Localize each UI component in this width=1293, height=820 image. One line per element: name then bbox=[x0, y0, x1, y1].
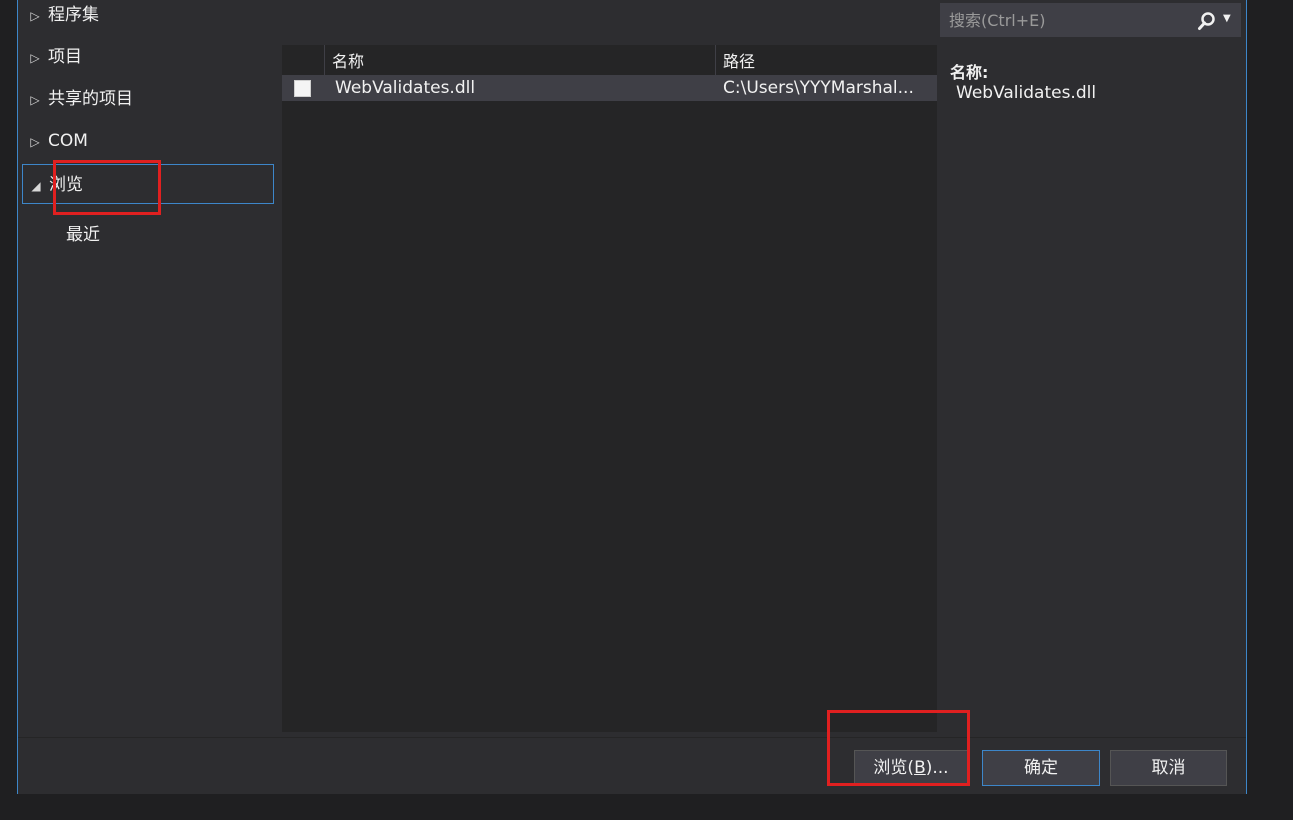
tree-item-assemblies[interactable]: ▷ 程序集 bbox=[22, 0, 274, 35]
ok-button[interactable]: 确定 bbox=[982, 750, 1100, 786]
search-icon[interactable] bbox=[1197, 11, 1217, 31]
tree-item-com[interactable]: ▷ COM bbox=[22, 121, 274, 161]
include-checkbox[interactable] bbox=[294, 80, 311, 97]
tree-item-recent[interactable]: 最近 bbox=[66, 220, 100, 250]
reference-list: 名称 路径 WebValidates.dll C:\Users\YYYMarsh… bbox=[282, 45, 937, 732]
row-name-cell: WebValidates.dll bbox=[335, 78, 476, 98]
detail-name-value: WebValidates.dll bbox=[956, 83, 1097, 103]
column-divider[interactable] bbox=[715, 45, 716, 75]
cancel-button[interactable]: 取消 bbox=[1110, 750, 1227, 786]
detail-name-label: 名称: bbox=[950, 63, 989, 82]
collapse-arrow-icon[interactable]: ◢ bbox=[23, 166, 49, 206]
row-path-cell: C:\Users\YYYMarshal... bbox=[723, 78, 914, 98]
column-header-name[interactable]: 名称 bbox=[332, 45, 364, 79]
search-box[interactable]: 搜索(Ctrl+E) ▼ bbox=[940, 3, 1241, 37]
search-input[interactable]: 搜索(Ctrl+E) bbox=[949, 4, 1045, 38]
reference-manager-dialog: ▷ 程序集 ▷ 项目 ▷ 共享的项目 ▷ COM ◢ 浏览 最近 名称 路径 WebVal… bbox=[17, 0, 1247, 794]
expand-arrow-icon[interactable]: ▷ bbox=[22, 38, 48, 78]
annotation-highlight-browse-button bbox=[827, 710, 970, 786]
tree-item-label: 程序集 bbox=[48, 5, 99, 25]
column-header-path[interactable]: 路径 bbox=[723, 45, 755, 79]
expand-arrow-icon[interactable]: ▷ bbox=[22, 122, 48, 162]
tree-item-label: COM bbox=[48, 131, 88, 151]
list-header: 名称 路径 bbox=[282, 45, 937, 75]
search-options-dropdown-icon[interactable]: ▼ bbox=[1223, 13, 1231, 24]
tree-item-label: 共享的项目 bbox=[48, 89, 133, 109]
category-tree: ▷ 程序集 ▷ 项目 ▷ 共享的项目 ▷ COM ◢ 浏览 最近 bbox=[18, 0, 280, 733]
expand-arrow-icon[interactable]: ▷ bbox=[22, 0, 48, 36]
expand-arrow-icon[interactable]: ▷ bbox=[22, 80, 48, 120]
tree-item-label: 项目 bbox=[48, 47, 82, 67]
tree-item-shared-projects[interactable]: ▷ 共享的项目 bbox=[22, 79, 274, 119]
dialog-footer: 浏览(B)... 确定 取消 bbox=[18, 737, 1246, 794]
table-row[interactable]: WebValidates.dll C:\Users\YYYMarshal... bbox=[282, 75, 937, 101]
tree-item-projects[interactable]: ▷ 项目 bbox=[22, 37, 274, 77]
checkbox-column-header[interactable] bbox=[282, 45, 325, 75]
annotation-highlight-browse-tab bbox=[53, 160, 161, 215]
